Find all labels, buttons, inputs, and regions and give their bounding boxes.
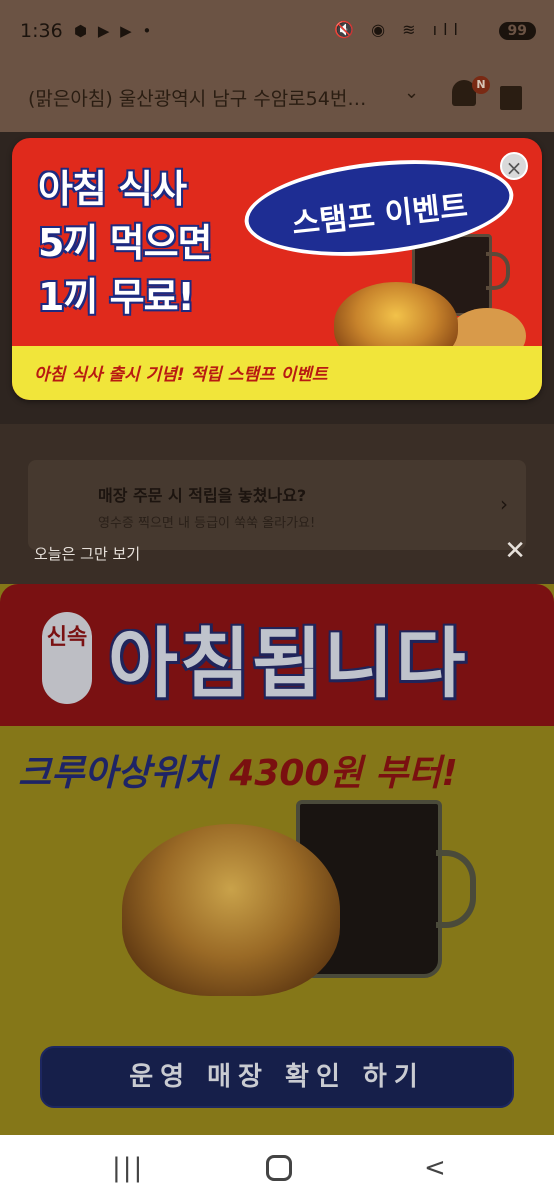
chevron-down-icon[interactable]: ⌄ — [404, 82, 419, 103]
popup-strip-text: 아침 식사 출시 기념! 적립 스탬프 이벤트 — [34, 365, 328, 385]
ad-sinsok-tag: 신속 — [42, 612, 92, 704]
back-icon[interactable]: < — [424, 1153, 446, 1183]
status-bar: 1:36 ⬢ ▶ ▶ • 🔇 ◉ ≋ ıll 99 — [0, 0, 554, 64]
receipt-card-title: 매장 주문 시 적립을 놓쳤나요? — [98, 486, 307, 505]
notification-icons: ⬢ ▶ ▶ • — [74, 22, 155, 40]
dont-show-today-button[interactable]: 오늘은 그만 보기 — [34, 543, 140, 564]
notification-badge: N — [472, 76, 490, 94]
close-icon[interactable]: ✕ — [504, 536, 526, 566]
status-time: 1:36 — [20, 20, 63, 42]
ad-promo-product: 크루아상위치 — [18, 753, 217, 794]
close-icon[interactable]: × — [500, 152, 528, 180]
popup-headline-line1: 아침 식사 — [38, 167, 187, 211]
popup-headline-line3: 1끼 무료! — [38, 275, 195, 319]
address-selector[interactable]: (맑은아침) 울산광역시 남구 수암로54번… — [28, 84, 388, 111]
dismiss-row: 오늘은 그만 보기 ✕ — [0, 536, 554, 572]
home-icon[interactable] — [266, 1155, 292, 1181]
popup-headline: 아침 식사 5끼 먹으면 1끼 무료! — [38, 162, 213, 324]
popup-strip: 아침 식사 출시 기념! 적립 스탬프 이벤트 — [12, 346, 542, 400]
chevron-right-icon: › — [500, 492, 508, 516]
breakfast-ad[interactable]: 신속 아침됩니다 크루아상위치 4300원 부터! 운영 매장 확인 하기 — [0, 584, 554, 1135]
popup-headline-line2: 5끼 먹으면 — [38, 221, 213, 265]
coffee-cup-handle — [486, 252, 510, 290]
stamp-event-popup[interactable]: 아침 식사 5끼 먹으면 1끼 무료! 스탬프 이벤트 아침 식사 출시 기념!… — [12, 138, 542, 400]
ad-promo: 크루아상위치 4300원 부터! — [18, 744, 458, 796]
coffee-cup-handle — [436, 850, 476, 928]
shopping-bag-icon[interactable] — [500, 86, 522, 110]
app-header: (맑은아침) 울산광역시 남구 수암로54번… ⌄ N — [0, 64, 554, 132]
croissant-sandwich-image — [122, 824, 340, 996]
ad-headline: 아침됩니다 — [108, 619, 468, 708]
system-nav-bar: ||| < — [0, 1135, 554, 1200]
ad-promo-price: 4300원 부터! — [229, 753, 458, 794]
system-icons: 🔇 ◉ ≋ ıll — [334, 20, 464, 39]
receipt-card-subtitle: 영수증 찍으면 내 등급이 쑥쑥 올라가요! — [98, 516, 316, 531]
check-stores-button[interactable]: 운영 매장 확인 하기 — [40, 1046, 514, 1108]
recents-icon[interactable]: ||| — [112, 1153, 144, 1183]
battery-icon: 99 — [498, 22, 536, 40]
